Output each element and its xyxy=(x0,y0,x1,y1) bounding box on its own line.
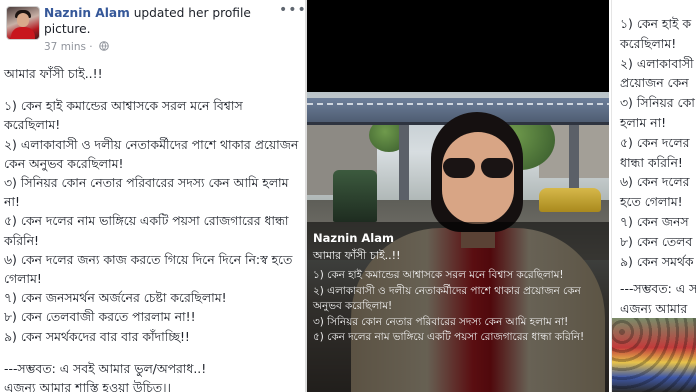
sunglasses-lens xyxy=(481,158,513,178)
cropped-line: ধান্ধা করিনি! xyxy=(620,154,683,170)
post-header: Naznin Alam updated her profile picture. xyxy=(44,5,294,37)
caption-line: ২) এলাকাবাসী ও দলীয় নেতাকর্মীদের পাশে থ… xyxy=(313,284,581,313)
cropped-line: এজন্য আমার xyxy=(620,301,688,317)
overpass-pillar xyxy=(399,125,409,205)
cropped-line: ৬) কেন দলের xyxy=(620,174,690,190)
avatar[interactable] xyxy=(6,6,40,40)
cropped-line: ৮) কেন তেলব xyxy=(620,233,693,249)
post-timestamp[interactable]: 37 mins · xyxy=(44,41,109,53)
cropped-line: হতে গেলাম! xyxy=(620,194,683,210)
sunglasses-lens xyxy=(443,158,475,178)
profile-photo[interactable]: Naznin Alam আমার ফাঁসী চাই..!! ১) কেন হা… xyxy=(307,0,609,392)
cropped-post-repeat: ১) কেন হাই ক করেছিলাম! ২) এলাকাবাসী ও প্… xyxy=(611,0,696,392)
post-line: এজন্য আমার শাস্তি হওয়া উচিত।। xyxy=(4,380,171,392)
post-line: ৭) কেন জনসমর্থন অর্জনের চেষ্টা করেছিলাম! xyxy=(4,290,227,306)
cropped-line: ---সম্ভবত: এ স xyxy=(620,281,696,297)
cropped-line: ২) এলাকাবাসী ও xyxy=(620,55,696,71)
cropped-line: করেছিলাম! xyxy=(620,35,677,51)
caption-body: ১) কেন হাই কমান্ডের আশ্বাসকে সরল মনে বিশ… xyxy=(313,268,605,346)
cropped-line: প্রয়োজন কেন xyxy=(620,75,689,91)
avatar-face xyxy=(17,13,29,27)
more-dots-icon[interactable]: ••• xyxy=(279,2,305,18)
facebook-post: Naznin Alam updated her profile picture.… xyxy=(0,0,305,392)
globe-icon xyxy=(99,41,109,51)
post-line: ৩) সিনিয়র কোন নেতার পরিবারের সদস্য কেন … xyxy=(4,175,289,210)
post-line: ১) কেন হাই কমান্ডের আশ্বাসকে সরল মনে বিশ… xyxy=(4,98,243,133)
timestamp-text: 37 mins · xyxy=(44,41,93,53)
rickshaw xyxy=(333,170,377,222)
photo-top-bar xyxy=(307,0,609,92)
post-line: ৫) কেন দলের নাম ভাঙ্গিয়ে একটি পয়সা রোজ… xyxy=(4,213,289,248)
crowd-photo xyxy=(612,318,696,392)
caption-line: ৫) কেন দলের নাম ভাঙ্গিয়ে একটি পয়সা রোজ… xyxy=(313,331,585,344)
cropped-line: ৯) কেন সমর্থক xyxy=(620,253,694,269)
caption-line: ৩) সিনিয়র কোন নেতার পরিবারের সদস্য কেন … xyxy=(313,315,569,328)
post-line: ---সম্ভবত: এ সবই আমার ভুল/অপরাধ..! xyxy=(4,360,207,376)
avatar-body xyxy=(11,27,35,39)
post-line: ৬) কেন দলের জন্য কাজ করতে গিয়ে দিনে দিন… xyxy=(4,251,293,287)
caption-title: আমার ফাঁসী চাই..!! xyxy=(313,249,401,262)
sunglasses xyxy=(441,158,517,180)
caption-author: Naznin Alam xyxy=(313,231,394,245)
post-line: ৮) কেন তেলবাজী করতে পারলাম না!! xyxy=(4,309,196,325)
cropped-line: ১) কেন হাই ক xyxy=(620,16,691,31)
cropped-line: ৩) সিনিয়র কো xyxy=(620,95,695,111)
cropped-line: ৭) কেন জনস xyxy=(620,213,689,229)
post-line: আমার ফাঁসী চাই..!! xyxy=(4,66,103,81)
car xyxy=(539,188,601,212)
post-line: ২) এলাকাবাসী ও দলীয় নেতাকর্মীদের পাশে থ… xyxy=(4,136,299,171)
author-name-link[interactable]: Naznin Alam xyxy=(44,6,130,20)
cropped-line: ৫) কেন দলের xyxy=(620,134,690,150)
post-body: আমার ফাঁসী চাই..!! ১) কেন হাই কমান্ডের আ… xyxy=(4,64,302,392)
caption-line: ১) কেন হাই কমান্ডের আশ্বাসকে সরল মনে বিশ… xyxy=(313,269,564,281)
cropped-line: হলাম না! xyxy=(620,114,667,130)
cropped-text: ১) কেন হাই ক করেছিলাম! ২) এলাকাবাসী ও প্… xyxy=(620,14,696,319)
post-line: ৯) কেন সমর্থকদের বার বার কাঁদাচ্ছি!! xyxy=(4,328,190,344)
